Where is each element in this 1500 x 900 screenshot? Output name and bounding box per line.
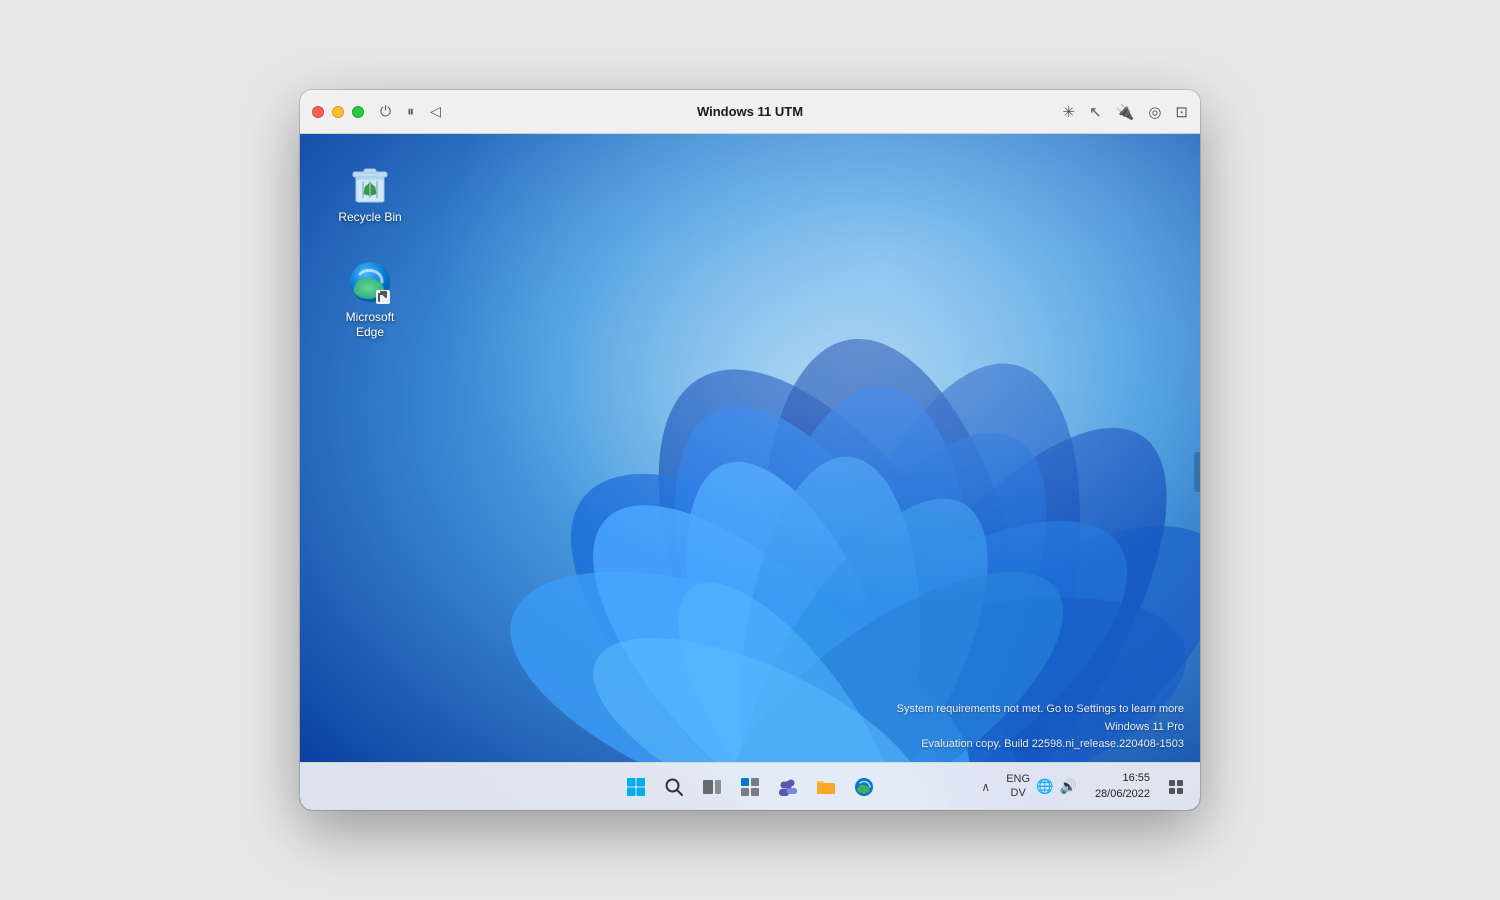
close-button[interactable] xyxy=(312,106,324,118)
side-resize-handle[interactable] xyxy=(1194,452,1200,492)
window-title: Windows 11 UTM xyxy=(697,104,803,119)
system-watermark: System requirements not met. Go to Setti… xyxy=(897,701,1184,754)
recycle-bin-label: Recycle Bin xyxy=(338,210,401,226)
start-button[interactable] xyxy=(618,769,654,805)
recycle-bin-icon[interactable]: Recycle Bin xyxy=(330,154,410,230)
recycle-bin-image xyxy=(346,158,394,206)
system-tray: ∧ ENG DV 🌐 🔊 16:55 28/06/2022 xyxy=(977,767,1192,806)
maximize-button[interactable] xyxy=(352,106,364,118)
overflow-button[interactable]: ∧ xyxy=(977,776,994,798)
teams-button[interactable] xyxy=(770,769,806,805)
language-indicator[interactable]: ENG DV xyxy=(1006,773,1030,799)
edge-taskbar-button[interactable] xyxy=(846,769,882,805)
system-text-line2: Windows 11 Pro xyxy=(897,719,1184,737)
usb-icon[interactable]: 🔌 xyxy=(1116,103,1135,121)
target-icon[interactable]: ◎ xyxy=(1148,103,1161,121)
sys-icons-group[interactable]: ENG DV 🌐 🔊 xyxy=(998,769,1085,803)
power-button[interactable]: ⏻ xyxy=(380,103,391,120)
clock-date: 28/06/2022 xyxy=(1095,787,1150,802)
system-text-line1: System requirements not met. Go to Setti… xyxy=(897,701,1184,719)
minimize-button[interactable] xyxy=(332,106,344,118)
back-button[interactable]: ◁ xyxy=(430,103,441,120)
vm-controls: ⏻ ⏸ ◁ xyxy=(380,103,441,120)
vm-display[interactable]: Recycle Bin xyxy=(300,134,1200,810)
taskbar-center xyxy=(618,769,882,805)
microsoft-edge-icon[interactable]: Microsoft Edge xyxy=(330,254,410,345)
widgets-button[interactable] xyxy=(732,769,768,805)
lang-eng: ENG xyxy=(1006,773,1030,786)
pause-button[interactable]: ⏸ xyxy=(407,103,414,120)
notification-center-button[interactable] xyxy=(1160,769,1192,805)
titlebar: ⏻ ⏸ ◁ Windows 11 UTM ✳ ↖ 🔌 ◎ ⊡ xyxy=(300,90,1200,134)
volume-icon[interactable]: 🔊 xyxy=(1060,778,1077,795)
system-text-line3: Evaluation copy. Build 22598.ni_release.… xyxy=(897,736,1184,754)
edge-label: Microsoft Edge xyxy=(334,310,406,341)
edge-image xyxy=(346,258,394,306)
titlebar-right-controls: ✳ ↖ 🔌 ◎ ⊡ xyxy=(1062,103,1188,121)
traffic-lights xyxy=(312,106,364,118)
brightness-icon[interactable]: ✳ xyxy=(1062,103,1075,121)
globe-icon[interactable]: 🌐 xyxy=(1036,778,1053,795)
file-explorer-button[interactable] xyxy=(808,769,844,805)
clock[interactable]: 16:55 28/06/2022 xyxy=(1089,767,1156,806)
window-icon[interactable]: ⊡ xyxy=(1175,103,1188,121)
desktop-icons: Recycle Bin xyxy=(330,154,410,345)
cursor-icon[interactable]: ↖ xyxy=(1089,103,1102,121)
taskbar: ∧ ENG DV 🌐 🔊 16:55 28/06/2022 xyxy=(300,762,1200,810)
clock-time: 16:55 xyxy=(1095,771,1150,786)
search-button[interactable] xyxy=(656,769,692,805)
utm-window: ⏻ ⏸ ◁ Windows 11 UTM ✳ ↖ 🔌 ◎ ⊡ xyxy=(300,90,1200,810)
lang-dv: DV xyxy=(1006,787,1030,800)
task-view-button[interactable] xyxy=(694,769,730,805)
